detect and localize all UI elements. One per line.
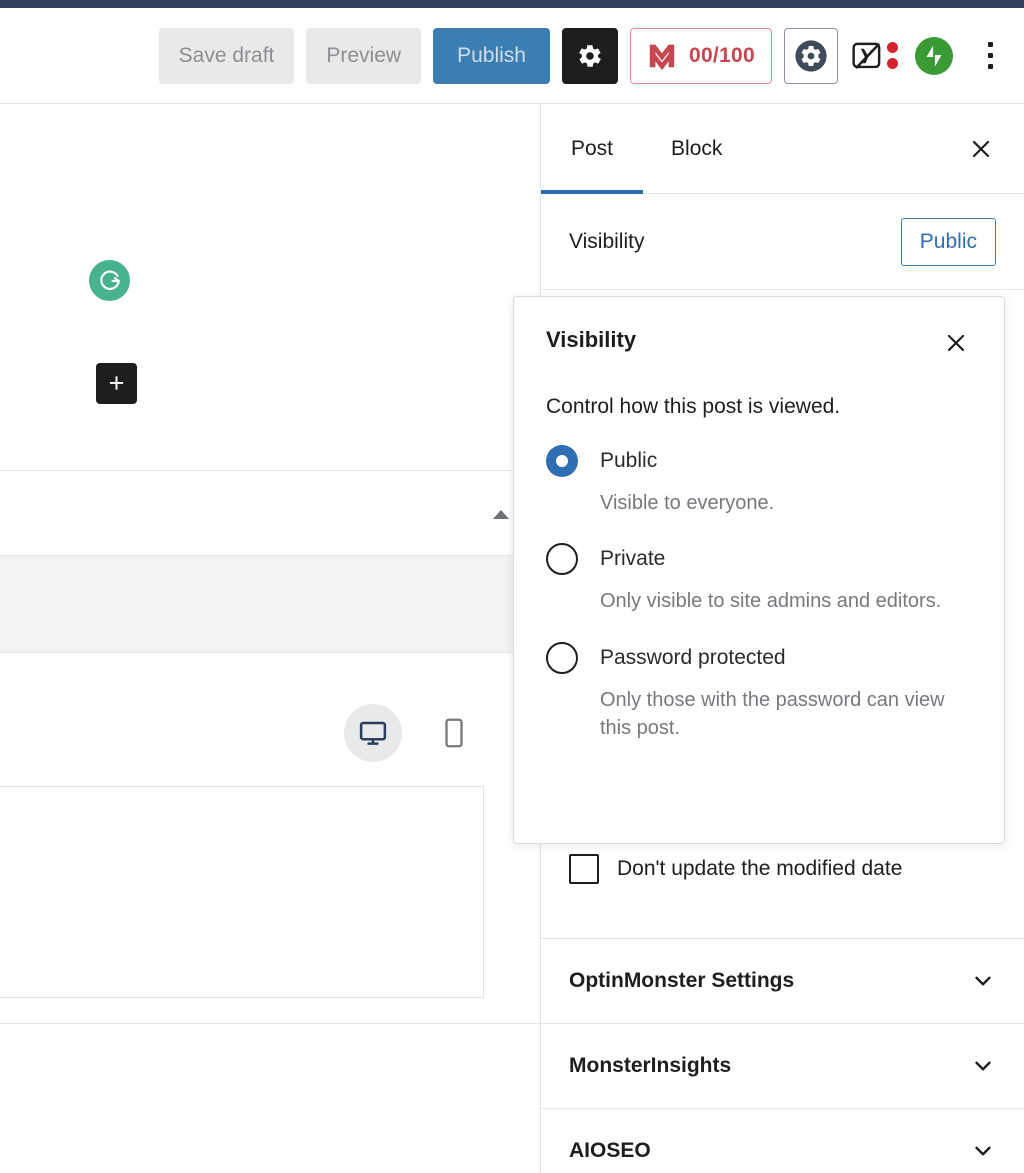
wp-admin-bar xyxy=(0,0,1024,8)
popover-close-button[interactable] xyxy=(940,327,972,359)
close-icon xyxy=(972,140,990,158)
sidebar-tabs: Post Block xyxy=(540,105,1024,194)
tab-post[interactable]: Post xyxy=(540,105,644,194)
jetpack-logo-icon xyxy=(915,36,953,75)
editor-screen: Save draft Preview Publish 00/100 + Post… xyxy=(0,0,1024,1173)
editor-canvas: + xyxy=(0,105,540,1173)
device-preview-toolbar xyxy=(0,688,540,778)
jetpack-glyph-icon xyxy=(926,45,942,66)
device-desktop-button[interactable] xyxy=(344,704,402,762)
preview-placeholder-box xyxy=(0,786,484,998)
popover-header: Visibility xyxy=(546,327,972,359)
panel-optinmonster-settings[interactable]: OptinMonster Settings xyxy=(541,939,1024,1024)
jetpack-button[interactable] xyxy=(910,28,958,84)
radio-private[interactable] xyxy=(546,543,578,576)
panel-title: AIOSEO xyxy=(569,1139,651,1162)
radio-help-text: Visible to everyone. xyxy=(600,492,775,514)
visibility-popover: Visibility Control how this post is view… xyxy=(513,296,1005,844)
dont-update-modified-date-checkbox[interactable] xyxy=(569,854,599,884)
kebab-menu-icon xyxy=(987,64,993,69)
notification-dot xyxy=(887,42,898,53)
desktop-icon xyxy=(359,721,387,745)
save-draft-button[interactable]: Save draft xyxy=(158,27,295,84)
chevron-down-icon xyxy=(975,1146,991,1156)
kebab-menu-icon xyxy=(987,42,993,47)
yoast-seo-button[interactable] xyxy=(850,39,898,73)
visibility-row: Visibility Public xyxy=(541,194,1024,290)
radio-public[interactable] xyxy=(546,445,578,477)
visibility-option-password-protected[interactable]: Password protected Only those with the p… xyxy=(546,641,972,743)
grammarly-logo-icon xyxy=(99,270,120,290)
panel-monsterinsights[interactable]: MonsterInsights xyxy=(541,1024,1024,1109)
modified-date-label: Don't update the modified date xyxy=(617,857,903,880)
visibility-option-public[interactable]: Public Visible to everyone. xyxy=(546,445,972,517)
settings-gear-button[interactable] xyxy=(561,27,618,84)
visibility-option-private[interactable]: Private Only visible to site admins and … xyxy=(546,543,972,615)
yoast-logo-icon xyxy=(852,42,881,69)
grammarly-button[interactable] xyxy=(89,260,130,301)
radio-password-protected[interactable] xyxy=(546,641,578,674)
panel-aioseo[interactable]: AIOSEO xyxy=(541,1109,1024,1173)
preview-button[interactable]: Preview xyxy=(306,27,422,84)
kebab-menu-icon xyxy=(987,53,993,58)
collapse-toggle[interactable] xyxy=(493,510,509,519)
content-divider xyxy=(0,470,540,471)
editor-header-toolbar: Save draft Preview Publish 00/100 xyxy=(0,8,1024,104)
panel-title: OptinMonster Settings xyxy=(569,969,795,992)
tab-block[interactable]: Block xyxy=(667,105,726,194)
close-sidebar-button[interactable] xyxy=(964,132,998,166)
gear-icon xyxy=(579,44,601,67)
close-icon xyxy=(947,334,965,352)
radio-label: Private xyxy=(600,547,666,571)
rankmath-logo-icon xyxy=(649,44,675,70)
radio-help-text: Only those with the password can view th… xyxy=(600,688,945,740)
publish-button[interactable]: Publish xyxy=(433,27,550,84)
seo-settings-button[interactable] xyxy=(784,27,838,84)
mobile-icon xyxy=(445,718,463,748)
content-divider xyxy=(0,1023,540,1024)
more-options-button[interactable] xyxy=(970,28,1010,84)
add-block-button[interactable]: + xyxy=(96,363,137,404)
visibility-value-button[interactable]: Public xyxy=(900,217,996,266)
radio-line: Password protected xyxy=(546,641,972,674)
selected-block-band[interactable] xyxy=(0,555,540,653)
popover-description: Control how this post is viewed. xyxy=(546,395,841,418)
radio-line: Public xyxy=(546,445,972,477)
radio-help-text: Only visible to site admins and editors. xyxy=(600,590,942,613)
radio-label: Password protected xyxy=(600,645,786,669)
plus-icon: + xyxy=(108,368,125,398)
radio-label: Public xyxy=(600,449,658,472)
yoast-notification-dots xyxy=(887,42,898,69)
panel-title: MonsterInsights xyxy=(569,1054,732,1077)
gear-circle-icon xyxy=(795,39,827,72)
radio-line: Private xyxy=(546,543,972,576)
chevron-down-icon xyxy=(975,976,991,986)
popover-title: Visibility xyxy=(546,327,637,352)
visibility-label: Visibility xyxy=(569,229,645,253)
rankmath-score-button[interactable]: 00/100 xyxy=(629,27,772,84)
notification-dot xyxy=(887,58,898,69)
chevron-down-icon xyxy=(975,1061,991,1071)
device-mobile-button[interactable] xyxy=(425,704,483,762)
rankmath-score-value: 00/100 xyxy=(688,43,755,67)
